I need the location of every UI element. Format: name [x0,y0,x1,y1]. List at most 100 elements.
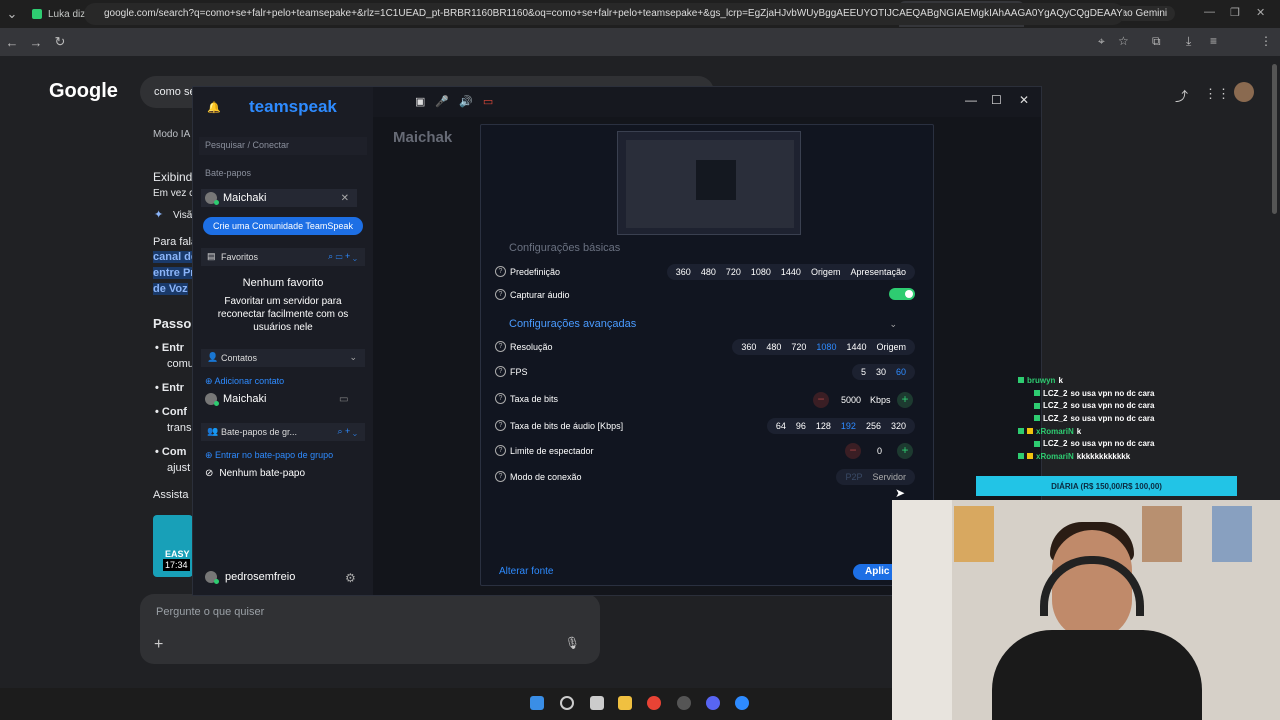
speaker-icon[interactable]: 🔊 [459,96,483,108]
fps-option[interactable]: 60 [891,367,911,377]
resolution-option[interactable]: Origem [871,342,911,352]
plus-icon[interactable]: + [154,636,163,654]
url-field[interactable]: google.com/search?q=como+se+falr+pelo+te… [84,3,1124,25]
chat-item-maichaki[interactable]: Maichaki ✕ [201,189,357,207]
menu-icon[interactable]: ⋮ [1260,34,1272,48]
screen-share-icon[interactable]: ▣ [415,96,435,108]
reload-icon[interactable]: ↻ [48,34,72,50]
close-icon[interactable]: ✕ [1256,6,1265,19]
start-icon[interactable] [530,696,544,710]
mic-icon[interactable]: 🎤 [435,96,459,108]
preset-option[interactable]: 480 [696,267,721,277]
bitrate-value[interactable]: 5000 [841,395,861,405]
preset-option[interactable]: 720 [721,267,746,277]
current-user[interactable]: pedrosemfreio [205,571,295,584]
tab-search-icon[interactable]: ⌄ [0,6,24,22]
teamspeak-taskbar-icon[interactable] [735,696,749,710]
screen-icon[interactable]: ▭ [339,394,348,405]
favorites-section[interactable]: ▤ Favoritos ⌕ ▭ + ⌄ [201,248,365,266]
taskview-icon[interactable] [590,696,604,710]
resolution-option[interactable]: 1440 [841,342,871,352]
resolution-selector[interactable]: 360 480 720 1080 1440 Origem [732,339,915,355]
spectator-increase-button[interactable]: + [897,443,913,459]
fps-option[interactable]: 5 [856,367,871,377]
help-icon: ? [495,393,506,404]
favorites-label: Favoritos [221,252,259,262]
server-option[interactable]: Servidor [867,472,911,482]
preset-option[interactable]: 1440 [776,267,806,277]
forward-icon[interactable]: → [24,35,48,50]
group-chats-section[interactable]: 👥 Bate-papos de gr... ⌕ + ⌄ [201,423,365,441]
ts-search-input[interactable]: Pesquisar / Conectar [199,137,367,155]
search-icon[interactable] [560,696,574,710]
ts-minimize-icon[interactable]: — [965,93,977,107]
fps-selector[interactable]: 5 30 60 [851,364,915,380]
step-3-detail: trans [167,422,192,434]
screen-preview[interactable] [617,131,801,235]
chevron-down-icon[interactable]: ⌄ [349,352,357,363]
change-source-button[interactable]: Alterar fonte [499,566,553,577]
download-icon[interactable]: ⤓ [1186,34,1191,49]
discord-icon[interactable] [706,696,720,710]
resolution-option[interactable]: 720 [786,342,811,352]
maximize-icon[interactable]: ❐ [1230,6,1240,19]
connection-mode-selector[interactable]: P2P Servidor [836,469,915,485]
ai-mode-tab[interactable]: Modo IA [153,129,190,140]
p2p-option[interactable]: P2P [840,472,867,482]
back-icon[interactable]: ← [0,35,24,50]
location-icon[interactable]: ⌖ [1098,34,1105,49]
audio-bitrate-selector[interactable]: 64 96 128 192 256 320 [766,418,915,434]
audio-bitrate-option[interactable]: 96 [791,421,811,431]
audio-bitrate-option[interactable]: 128 [811,421,836,431]
share-icon[interactable]: ⤴ [1175,86,1188,105]
contacts-section[interactable]: 👤 Contatos ⌄ [201,349,365,367]
bitrate-decrease-button[interactable]: − [813,392,829,408]
bell-icon[interactable]: 🔔 [207,101,221,114]
google-logo[interactable]: Google [49,80,118,103]
join-group-link[interactable]: ⊕ Entrar no bate-papo de grupo [205,450,333,461]
resolution-option[interactable]: 480 [761,342,786,352]
group-actions-icon[interactable]: ⌕ + ⌄ [337,426,357,437]
explorer-icon[interactable] [618,696,632,710]
page-scrollbar[interactable] [1272,64,1277,214]
ts-maximize-icon[interactable]: ☐ [991,93,1002,107]
contact-item-maichaki[interactable]: Maichaki ▭ [205,393,348,406]
apps-icon[interactable]: ⋮⋮ [1204,86,1230,102]
audio-bitrate-option[interactable]: 192 [836,421,861,431]
ts-close-icon[interactable]: ✕ [1019,93,1029,107]
create-community-button[interactable]: Crie uma Comunidade TeamSpeak [203,217,363,235]
minimize-icon[interactable]: — [1204,6,1215,18]
advanced-settings-heading[interactable]: Configurações avançadas [509,318,636,330]
bitrate-increase-button[interactable]: + [897,392,913,408]
audio-bitrate-option[interactable]: 64 [771,421,791,431]
media-icon[interactable]: ≡ [1210,34,1217,48]
preset-selector[interactable]: 360 480 720 1080 1440 Origem Apresentação [666,264,915,280]
obs-icon[interactable] [677,696,691,710]
spectator-decrease-button[interactable]: − [845,443,861,459]
stream-icon[interactable]: ▭ [483,96,503,108]
preset-option[interactable]: Apresentação [845,267,911,277]
chrome-icon[interactable] [647,696,661,710]
extensions-icon[interactable]: ⧉ [1152,34,1161,49]
preset-option[interactable]: 1080 [746,267,776,277]
add-contact-link[interactable]: ⊕ Adicionar contato [205,376,284,387]
gear-icon[interactable]: ⚙ [345,571,356,585]
capture-audio-toggle[interactable] [889,288,915,300]
bookmark-icon[interactable]: ☆ [1118,34,1129,48]
audio-bitrate-option[interactable]: 320 [886,421,911,431]
fps-option[interactable]: 30 [871,367,891,377]
resolution-option[interactable]: 360 [736,342,761,352]
avatar[interactable] [1234,82,1254,102]
resolution-option[interactable]: 1080 [811,342,841,352]
spectator-value[interactable]: 0 [877,446,882,456]
ask-box[interactable]: Pergunte o que quiser + 🎙 [140,594,600,664]
chat-author: xRomariN [1036,451,1074,461]
video-thumbnail[interactable]: EASY S 17:34 [153,515,193,577]
favorites-actions-icon[interactable]: ⌕ ▭ + ⌄ [328,251,357,262]
chevron-down-icon[interactable]: ⌄ [889,319,897,330]
close-chat-icon[interactable]: ✕ [341,193,349,204]
mic-icon[interactable]: 🎙 [565,636,580,650]
preset-option[interactable]: 360 [671,267,696,277]
preset-option[interactable]: Origem [806,267,846,277]
audio-bitrate-option[interactable]: 256 [861,421,886,431]
